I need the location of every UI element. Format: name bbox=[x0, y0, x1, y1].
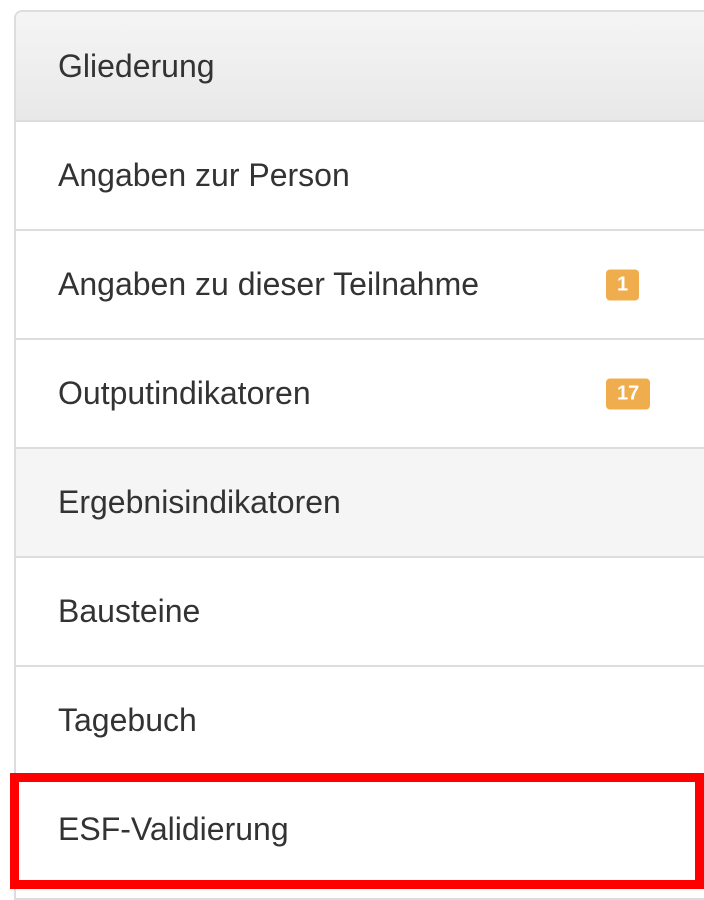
nav-item-ergebnisindikatoren[interactable]: Ergebnisindikatoren bbox=[16, 449, 704, 558]
nav-item-label: Tagebuch bbox=[58, 702, 197, 738]
nav-item-label: Ergebnisindikatoren bbox=[58, 484, 341, 520]
nav-item-angaben-zur-person[interactable]: Angaben zur Person bbox=[16, 122, 704, 231]
nav-item-tagebuch[interactable]: Tagebuch bbox=[16, 667, 704, 776]
nav-item-bausteine[interactable]: Bausteine bbox=[16, 558, 704, 667]
panel-title: Gliederung bbox=[58, 47, 215, 84]
nav-item-outputindikatoren[interactable]: Outputindikatoren 17 bbox=[16, 340, 704, 449]
count-badge: 17 bbox=[606, 378, 651, 409]
nav-item-label: ESF-Validierung bbox=[58, 811, 289, 847]
nav-item-angaben-zu-dieser-teilnahme[interactable]: Angaben zu dieser Teilnahme 1 bbox=[16, 231, 704, 340]
nav-item-label: Angaben zur Person bbox=[58, 157, 350, 193]
navigation-panel: Gliederung Angaben zur Person Angaben zu… bbox=[14, 10, 704, 900]
nav-item-label: Outputindikatoren bbox=[58, 375, 311, 411]
nav-item-esf-validierung[interactable]: ESF-Validierung bbox=[16, 776, 704, 885]
nav-item-label: Angaben zu dieser Teilnahme bbox=[58, 266, 480, 302]
panel-heading: Gliederung bbox=[16, 12, 704, 122]
count-badge: 1 bbox=[606, 269, 640, 300]
nav-item-label: Bausteine bbox=[58, 593, 201, 629]
